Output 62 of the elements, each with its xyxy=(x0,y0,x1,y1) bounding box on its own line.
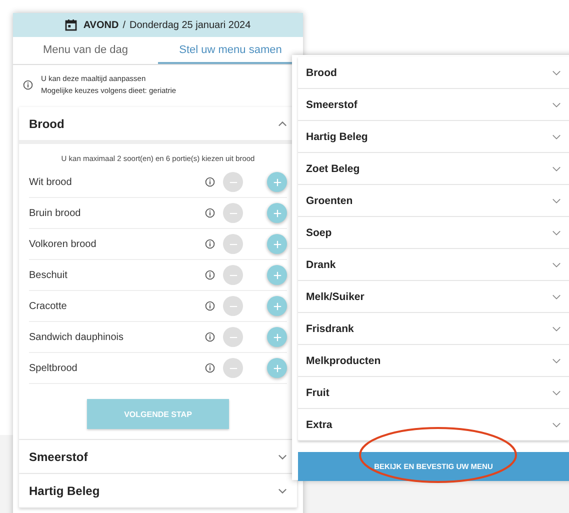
category-row[interactable]: Soep xyxy=(298,217,569,249)
info-icon[interactable] xyxy=(205,363,215,373)
category-row[interactable]: Groenten xyxy=(298,185,569,217)
plus-icon xyxy=(272,208,282,218)
item-name: Cracotte xyxy=(29,300,68,312)
category-title: Zoet Beleg xyxy=(306,162,360,174)
date-label: Donderdag 25 januari 2024 xyxy=(129,20,251,30)
plus-icon xyxy=(272,364,282,372)
category-row[interactable]: Fruit xyxy=(298,377,569,409)
calendar-icon xyxy=(65,19,78,31)
item-name: Beschuit xyxy=(29,270,68,280)
category-title: Smeerstof xyxy=(29,450,88,464)
plus-icon xyxy=(272,270,282,280)
info-icon[interactable] xyxy=(205,208,215,218)
increase-button[interactable] xyxy=(267,358,287,378)
category-row[interactable]: Extra xyxy=(298,409,569,441)
category-title: Melk/Suiker xyxy=(306,290,364,302)
separator-text: / xyxy=(122,20,126,30)
info-icon[interactable] xyxy=(205,177,215,187)
category-title: Hartig Beleg xyxy=(306,130,368,142)
info-icon[interactable] xyxy=(205,301,215,311)
increase-button[interactable] xyxy=(267,327,287,347)
info-icon xyxy=(23,80,33,90)
item-name: Bruin brood xyxy=(29,208,82,218)
info-icon[interactable] xyxy=(205,270,215,280)
plus-icon xyxy=(272,240,282,248)
category-row[interactable]: Smeerstof xyxy=(298,89,569,121)
category-header[interactable]: Hartig Beleg xyxy=(19,474,297,507)
plus-icon xyxy=(272,332,282,342)
item-name: Sandwich dauphinois xyxy=(29,332,125,342)
tab[interactable]: Stel uw menu samen xyxy=(158,37,303,64)
increase-button[interactable] xyxy=(267,265,287,285)
increase-button[interactable] xyxy=(267,296,287,316)
category-row[interactable]: Frisdrank xyxy=(298,313,569,345)
increase-button[interactable] xyxy=(267,203,287,223)
category-row[interactable]: Hartig Beleg xyxy=(298,121,569,153)
plus-icon xyxy=(272,178,282,186)
info-icon[interactable] xyxy=(205,239,215,249)
item-name: Volkoren brood xyxy=(29,238,98,250)
plus-icon xyxy=(272,302,282,310)
category-title: Extra xyxy=(306,418,332,430)
category-title: Groenten xyxy=(306,194,353,206)
category-row[interactable]: Zoet Beleg xyxy=(298,153,569,185)
info-icon[interactable] xyxy=(205,332,215,342)
category-row[interactable]: Drank xyxy=(298,249,569,281)
increase-button[interactable] xyxy=(267,172,287,192)
category-title: Melkproducten xyxy=(306,354,381,366)
category-row[interactable]: Melk/Suiker xyxy=(298,281,569,313)
category-title: Soep xyxy=(306,226,332,238)
item-name: Wit brood xyxy=(29,176,73,188)
category-row[interactable]: Melkproducten xyxy=(298,345,569,377)
category-title: Hartig Beleg xyxy=(29,484,100,498)
category-title: Smeerstof xyxy=(306,98,358,110)
category-title: Frisdrank xyxy=(306,322,354,334)
category-title: Drank xyxy=(306,258,336,270)
meal-label: AVOND xyxy=(83,20,119,30)
item-name: Speltbrood xyxy=(29,362,78,374)
increase-button[interactable] xyxy=(267,234,287,254)
category-title: Fruit xyxy=(306,386,330,398)
category-title: Brood xyxy=(29,116,64,130)
category-title: Brood xyxy=(306,66,337,78)
category-row[interactable]: Brood xyxy=(298,57,569,89)
